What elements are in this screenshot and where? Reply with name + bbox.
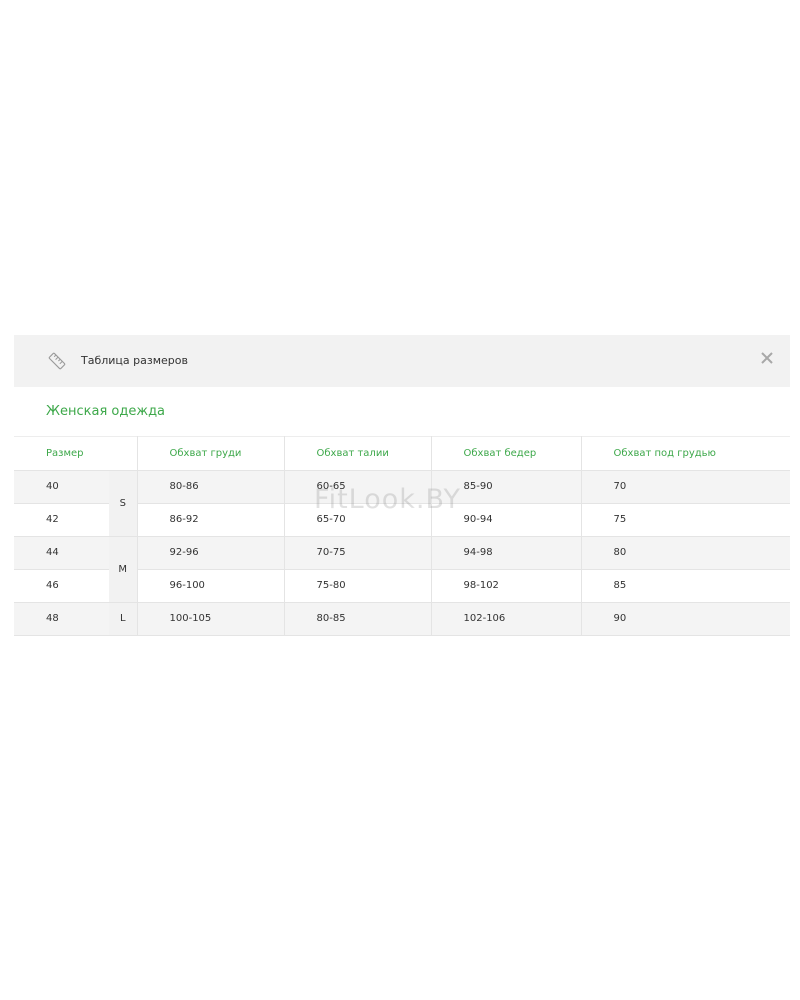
underbust-cell: 85 xyxy=(581,569,790,603)
header-hips: Обхват бедер xyxy=(431,436,582,471)
header-underbust: Обхват под грудью xyxy=(581,436,790,471)
chest-cell: 80-86 xyxy=(137,470,285,504)
close-icon[interactable] xyxy=(760,350,774,364)
waist-cell: 75-80 xyxy=(284,569,432,603)
size-chart-modal: Таблица размеров Женская одежда Размер О… xyxy=(14,335,790,636)
letter-size-cell: L xyxy=(109,602,138,636)
modal-header: Таблица размеров xyxy=(14,335,790,387)
waist-cell: 70-75 xyxy=(284,536,432,570)
table-header-row: Размер Обхват груди Обхват талии Обхват … xyxy=(14,436,790,471)
size-cell: 46 xyxy=(14,569,109,603)
hips-cell: 90-94 xyxy=(431,503,582,537)
hips-cell: 94-98 xyxy=(431,536,582,570)
table-row: 48 L 100-105 80-85 102-106 90 xyxy=(14,602,790,636)
waist-cell: 80-85 xyxy=(284,602,432,636)
letter-size-cell: S xyxy=(109,470,138,537)
size-cell: 48 xyxy=(14,602,109,636)
waist-cell: 65-70 xyxy=(284,503,432,537)
size-cell: 42 xyxy=(14,503,109,537)
chest-cell: 96-100 xyxy=(137,569,285,603)
header-waist: Обхват талии xyxy=(284,436,432,471)
table-row: 40 S 80-86 60-65 85-90 70 xyxy=(14,470,790,537)
hips-cell: 85-90 xyxy=(431,470,582,504)
size-table: Размер Обхват груди Обхват талии Обхват … xyxy=(14,436,790,636)
table-row: 44 M 92-96 70-75 94-98 80 xyxy=(14,536,790,603)
header-size: Размер xyxy=(14,436,138,471)
section-title: Женская одежда xyxy=(46,404,166,419)
chest-cell: 86-92 xyxy=(137,503,285,537)
waist-cell: 60-65 xyxy=(284,470,432,504)
size-cell: 44 xyxy=(14,536,109,570)
underbust-cell: 90 xyxy=(581,602,790,636)
modal-title: Таблица размеров xyxy=(81,354,188,367)
underbust-cell: 75 xyxy=(581,503,790,537)
ruler-icon xyxy=(46,350,68,372)
chest-cell: 92-96 xyxy=(137,536,285,570)
header-chest: Обхват груди xyxy=(137,436,285,471)
underbust-cell: 80 xyxy=(581,536,790,570)
size-cell: 40 xyxy=(14,470,109,504)
letter-size-cell: M xyxy=(109,536,138,603)
underbust-cell: 70 xyxy=(581,470,790,504)
hips-cell: 102-106 xyxy=(431,602,582,636)
chest-cell: 100-105 xyxy=(137,602,285,636)
hips-cell: 98-102 xyxy=(431,569,582,603)
